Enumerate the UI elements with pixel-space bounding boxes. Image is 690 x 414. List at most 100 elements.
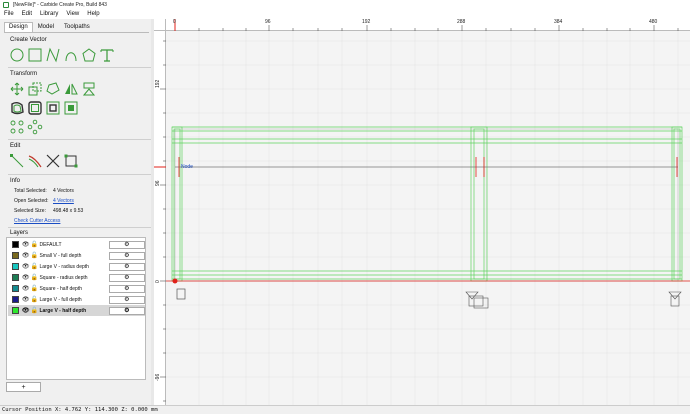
mirror-icon[interactable] [63,81,79,97]
polyline-tool-icon[interactable] [45,47,61,63]
trim-icon[interactable] [27,153,43,169]
lock-icon[interactable]: 🔓 [30,274,37,281]
ruler-label: 192 [155,79,161,88]
layer-row[interactable]: 👁 🔓 Large V - full depth ⚙ [8,294,145,305]
align-icon[interactable] [81,81,97,97]
vector-lines [171,126,683,300]
gear-icon[interactable]: ⚙ [108,240,145,249]
gear-icon[interactable]: ⚙ [108,306,145,315]
lock-icon[interactable]: 🔓 [30,263,37,270]
weld-icon[interactable] [45,100,61,116]
join-icon[interactable] [27,100,43,116]
menu-bar: File Edit Library View Help [0,9,690,19]
design-canvas[interactable]: Node [166,31,690,405]
menu-library[interactable]: Library [36,11,62,17]
lock-icon[interactable]: 🔓 [30,241,37,248]
divider [8,139,151,140]
status-bar: Cursor Position X: 4.762 Y: 114.300 Z: 0… [0,405,690,414]
ruler-label: 96 [265,19,271,25]
gear-icon[interactable]: ⚙ [108,284,145,293]
eye-icon[interactable]: 👁 [22,241,30,248]
app-logo-icon [3,1,9,8]
gear-icon[interactable]: ⚙ [108,251,145,260]
layer-name: Small V - full depth [39,252,82,259]
eye-icon[interactable]: 👁 [22,296,30,303]
ruler-label: 192 [362,19,371,25]
layer-row[interactable]: 👁 🔓 Large V - radius depth ⚙ [8,261,145,272]
divider [8,174,151,175]
layer-color-swatch[interactable] [12,296,19,303]
ruler-label: 96 [155,180,161,186]
panel-tabs: Design Model Toolpaths [4,22,95,32]
layer-name: Large V - half depth [39,307,87,314]
lock-icon[interactable]: 🔓 [30,252,37,259]
boolean-icon[interactable] [63,100,79,116]
menu-help[interactable]: Help [83,11,103,17]
move-icon[interactable] [9,81,25,97]
curve-tool-icon[interactable] [63,47,79,63]
open-selected-label: Open Selected: [14,198,49,204]
layer-color-swatch[interactable] [12,307,19,314]
ruler-label: -96 [155,373,161,381]
ruler-label: 0 [173,19,176,25]
layer-color-swatch[interactable] [12,285,19,292]
bounding-box-icon[interactable] [63,153,79,169]
layer-color-swatch[interactable] [12,274,19,281]
ruler-label: 288 [457,19,466,25]
eye-icon[interactable]: 👁 [22,285,30,292]
lock-icon[interactable]: 🔓 [30,296,37,303]
gear-icon[interactable]: ⚙ [108,262,145,271]
polygon-tool-icon[interactable] [81,47,97,63]
menu-view[interactable]: View [62,11,83,17]
section-edit: Edit [10,143,21,149]
circular-array-icon[interactable] [27,119,43,135]
selected-size-value: 498.48 x 9.53 [53,208,84,214]
layer-row-selected[interactable]: 👁 🔓 Large V - half depth ⚙ [8,305,145,316]
layer-color-swatch[interactable] [12,241,19,248]
gear-icon[interactable]: ⚙ [108,273,145,282]
cut-vector-icon[interactable] [45,153,61,169]
title-bar: [NewFile]* - Carbide Create Pro, Build 8… [0,0,690,9]
layer-row[interactable]: 👁 🔓 Small V - full depth ⚙ [8,250,145,261]
eye-icon[interactable]: 👁 [22,263,30,270]
layer-color-swatch[interactable] [12,252,19,259]
ruler-left: 192 96 0 -96 [154,31,166,405]
lock-icon[interactable]: 🔓 [30,285,37,292]
layer-name: Square - radius depth [39,274,88,281]
layer-row[interactable]: 👁 🔓 DEFAULT ⚙ [8,239,145,250]
eye-icon[interactable]: 👁 [22,252,30,259]
canvas-drawing [166,31,690,405]
rotate-icon[interactable] [45,81,61,97]
layer-color-swatch[interactable] [12,263,19,270]
selected-size-label: Selected Size: [14,208,46,214]
layer-row[interactable]: 👁 🔓 Square - radius depth ⚙ [8,272,145,283]
text-tool-icon[interactable] [99,47,115,63]
layer-row[interactable]: 👁 🔓 Square - half depth ⚙ [8,283,145,294]
tab-design[interactable]: Design [4,22,33,32]
add-layer-button[interactable]: + [6,382,41,392]
menu-file[interactable]: File [0,11,18,17]
origin-marker [172,278,178,284]
rectangle-tool-icon[interactable] [27,47,43,63]
tab-toolpaths[interactable]: Toolpaths [59,22,95,32]
array-icon[interactable] [9,119,25,135]
stock-outline [174,128,679,282]
scale-icon[interactable] [27,81,43,97]
eye-icon[interactable]: 👁 [22,307,30,314]
menu-edit[interactable]: Edit [18,11,36,17]
circle-tool-icon[interactable] [9,47,25,63]
lock-icon[interactable]: 🔓 [30,307,37,314]
section-layers: Layers [10,230,29,236]
divider [8,227,151,228]
offset-icon[interactable] [9,100,25,116]
check-cutter-access-link[interactable]: Check Cutter Access [14,218,60,224]
tab-model[interactable]: Model [33,22,59,32]
gear-icon[interactable]: ⚙ [108,295,145,304]
section-create-vector: Create Vector [10,37,47,43]
eye-icon[interactable]: 👁 [22,274,30,281]
node-edit-icon[interactable] [9,153,25,169]
ruler-label: 480 [649,19,658,25]
open-selected-link[interactable]: 4 Vectors [53,198,74,204]
info-selected-size: Selected Size: 498.48 x 9.53 [14,208,83,214]
layer-name: Square - half depth [39,285,82,292]
